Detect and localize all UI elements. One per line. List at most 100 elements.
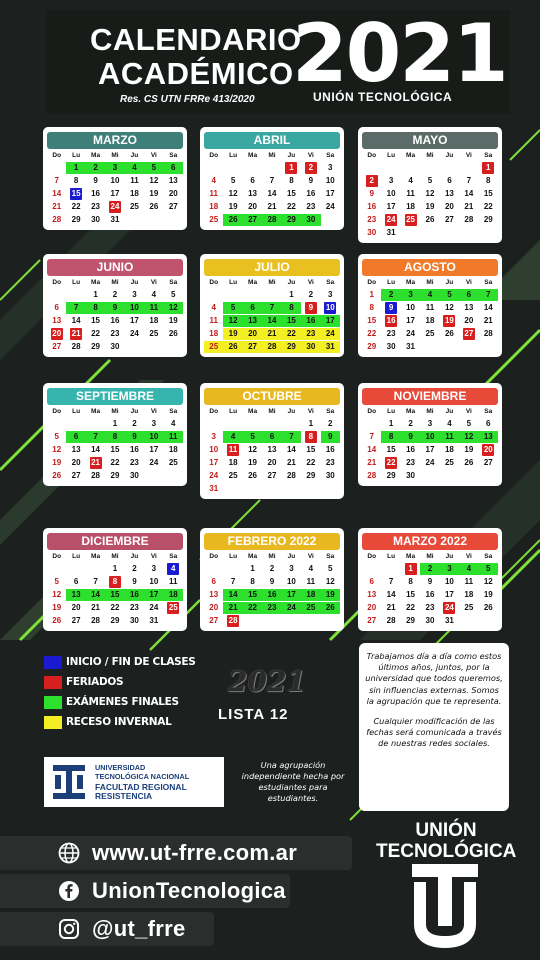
day-cell: 24 [204,470,223,482]
day-cell: 14 [362,444,381,456]
day-number: 13 [444,189,454,198]
day-number: 23 [91,202,101,211]
day-cell: 26 [440,328,459,340]
day-number: 27 [52,342,62,351]
day-cell: 10 [144,576,163,588]
day-cell: 31 [204,483,223,495]
day-number: 8 [289,303,294,312]
weekday-header: Do [367,553,377,560]
day-number: 6 [171,163,176,172]
day-number: 7 [93,432,98,441]
day-number: 18 [168,590,178,599]
day-number: 4 [211,303,216,312]
day-cell: 25 [164,457,183,469]
day-number: 19 [52,458,62,467]
day-cell: 30 [86,214,105,226]
social-website[interactable]: www.ut-frre.com.ar [0,836,352,870]
day-cell: 19 [459,444,478,456]
day-cell: 9 [301,302,320,314]
day-number: 25 [209,342,219,351]
day-cell: 19 [243,457,262,469]
day-cell: 19 [440,315,459,327]
day-cell: 27 [242,341,263,353]
day-number: 28 [267,342,277,351]
day-number: 12 [228,189,238,198]
day-number: 11 [445,432,454,441]
day-number: 14 [286,445,296,454]
month-title: JULIO [204,259,340,276]
weekday-header: Vi [307,408,314,415]
empty-day [47,563,66,575]
day-cell: 17 [320,315,340,327]
day-cell: 7 [262,175,281,187]
instagram-link[interactable]: @ut_frre [92,916,186,942]
day-cell: 28 [47,214,66,226]
day-number: 18 [464,590,474,599]
weekday-header: Ma [91,152,101,159]
day-cell: 15 [105,589,125,601]
social-facebook[interactable]: UnionTecnologica [0,874,290,908]
day-number: 27 [209,616,219,625]
weekday-header: Ma [406,553,416,560]
day-cell: 9 [105,302,125,314]
facebook-link[interactable]: UnionTecnologica [92,878,286,904]
day-number: 14 [267,316,277,325]
day-number: 10 [209,445,219,454]
day-cell: 16 [105,315,124,327]
day-number: 22 [248,603,258,612]
day-number: 14 [52,189,62,198]
day-number: 11 [169,577,178,586]
day-number: 31 [209,484,219,493]
day-cell: 23 [105,328,124,340]
day-number: 1 [93,290,98,299]
weekday-header: Lu [387,152,396,159]
weekday-header: Vi [465,279,472,286]
day-cell: 8 [66,175,85,187]
month-title: FEBRERO 2022 [204,533,340,550]
day-cell: 2 [420,563,440,575]
tagline: Una agrupación independiente hecha por e… [241,760,345,803]
day-number: 7 [388,577,394,586]
day-number: 1 [289,290,294,299]
day-cell: 27 [479,457,498,469]
website-link[interactable]: www.ut-frre.com.ar [92,840,297,866]
day-number: 28 [464,215,474,224]
day-number: 14 [483,303,493,312]
day-number: 9 [427,577,433,586]
month-days-grid: Do Lu Ma Mi Ju Vi Sa 1 2 3 4 5 6 7 8 9 10 11 12 13 14 15 16 17 1… [47,278,183,353]
day-cell: 7 [66,302,86,314]
day-number: 11 [169,432,178,441]
weekday-header: Ma [91,279,101,286]
day-cell: 11 [439,431,460,443]
day-cell: 19 [164,315,183,327]
day-number: 5 [328,564,333,573]
day-number: 17 [110,189,120,198]
day-cell: 12 [223,188,242,200]
day-cell: 12 [243,444,262,456]
weekday-header: Sa [169,408,178,415]
day-cell: 16 [381,315,400,327]
day-number: 23 [110,329,120,338]
day-number: 19 [228,202,238,211]
day-number: 29 [483,215,493,224]
legend: INICIO / FIN DE CLASES FERIADOS EXÁMENES F… [44,652,224,732]
weekday-header: Ma [91,408,101,415]
day-cell: 5 [420,175,439,187]
day-number: 30 [325,471,335,480]
day-number: 29 [110,616,120,625]
day-cell: 11 [164,576,183,588]
day-cell: 6 [243,175,262,187]
day-cell: 8 [401,576,420,588]
day-number: 27 [71,616,81,625]
day-cell: 21 [381,602,400,614]
weekday-header: Ju [445,152,454,159]
legend-item: RECESO INVERNAL [44,712,224,732]
day-cell: 28 [66,341,85,353]
day-number: 21 [483,316,493,325]
day-cell: 26 [479,602,498,614]
day-cell: 8 [243,576,262,588]
weekday-header: Lu [229,553,238,560]
day-number: 28 [91,471,101,480]
empty-day [204,563,223,575]
social-instagram[interactable]: @ut_frre [0,912,214,946]
